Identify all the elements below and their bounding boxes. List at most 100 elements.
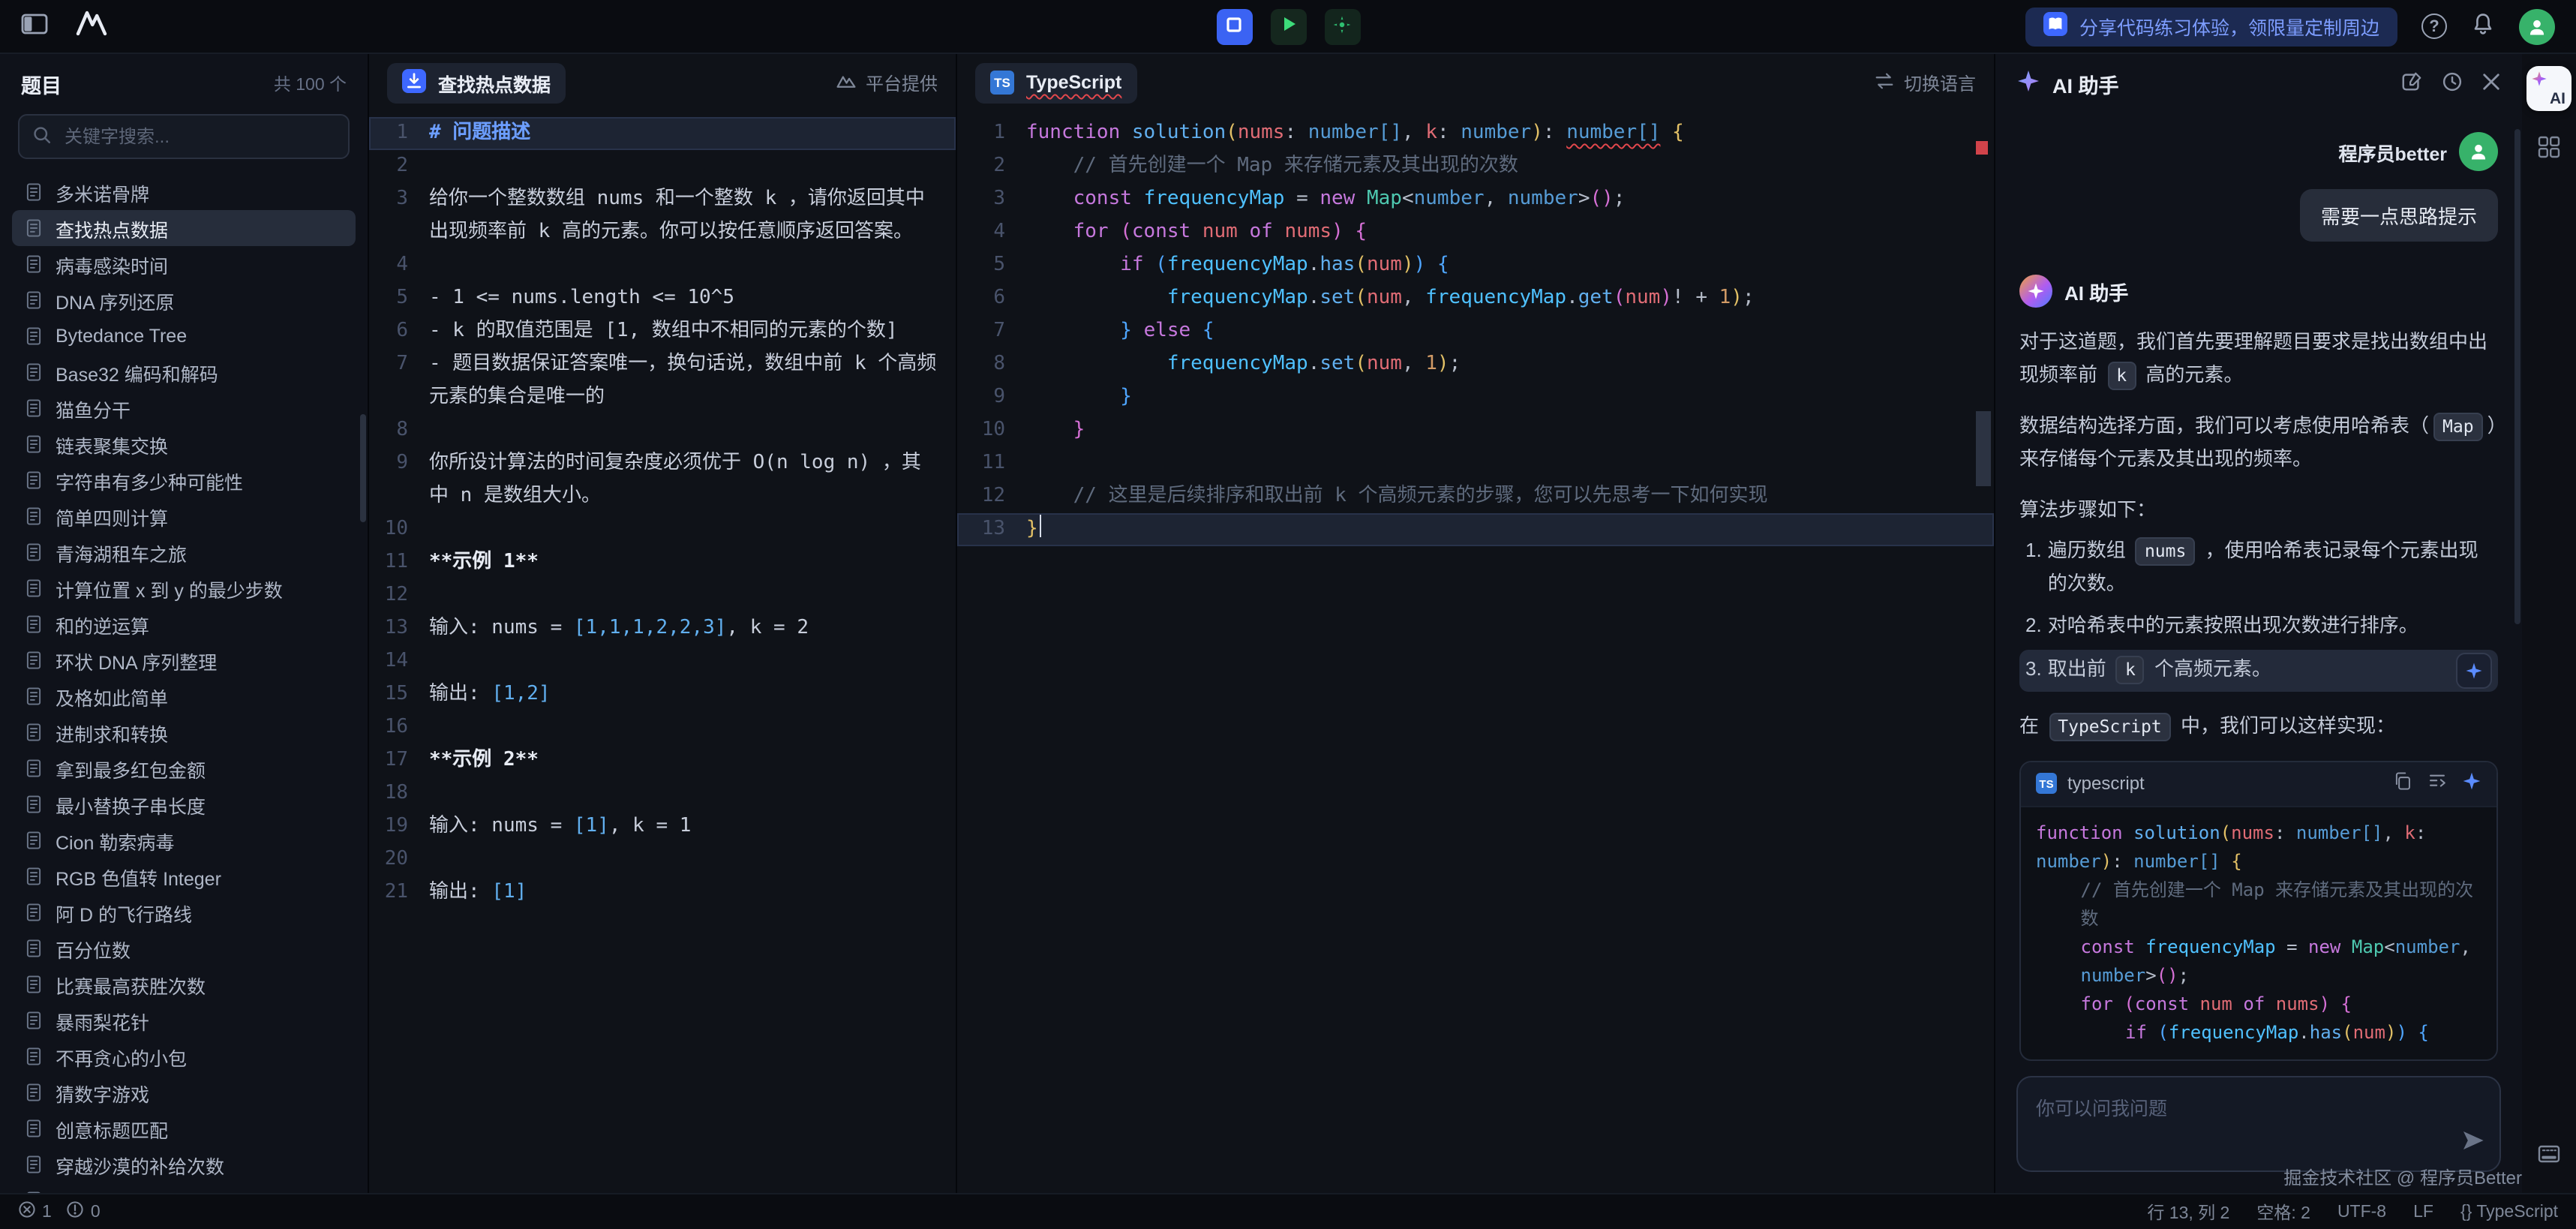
line-number: 13 xyxy=(369,612,429,645)
language-mode[interactable]: {} TypeScript xyxy=(2460,1203,2558,1221)
copy-code-button[interactable] xyxy=(2393,772,2412,796)
problems-indicator[interactable]: 1 0 xyxy=(18,1200,101,1223)
right-toolbar: AI xyxy=(2522,54,2576,1193)
ts-badge: TS xyxy=(990,71,1014,95)
sidebar-item[interactable]: 不再贪心的小包 xyxy=(12,1038,356,1074)
line-number: 4 xyxy=(957,216,1026,249)
close-ai-button[interactable] xyxy=(2481,72,2501,96)
cursor-position[interactable]: 行 13, 列 2 xyxy=(2147,1200,2229,1224)
code-line: 12 // 这里是后续排序和取出前 k 个高频元素的步骤，您可以先思考一下如何实… xyxy=(957,480,1994,513)
switch-language-button[interactable]: 切换语言 xyxy=(1874,70,1976,95)
sidebar-item[interactable]: 进制求和转换 xyxy=(12,714,356,750)
sidebar-item[interactable]: 环状 DNA 序列整理 xyxy=(12,642,356,678)
apply-step-button[interactable] xyxy=(2456,653,2492,689)
ai-apply-code-button[interactable] xyxy=(2462,772,2481,796)
run-button[interactable] xyxy=(1270,8,1306,44)
document-icon xyxy=(24,578,44,599)
ai-messages[interactable]: 程序员better 需要一点思路提示 AI 助手 对于这道题，我们首先要理解题目… xyxy=(1995,114,2522,1061)
bottom-panel-toggle[interactable] xyxy=(2529,1136,2568,1175)
sidebar-item[interactable]: 拿到最多红包金额 xyxy=(12,750,356,786)
sidebar-item-label: 拿到最多红包金额 xyxy=(56,754,206,783)
ai-user-name: 程序员better xyxy=(2339,137,2447,166)
help-button[interactable]: ? xyxy=(2421,14,2447,39)
document-icon xyxy=(24,1082,44,1103)
sidebar-item[interactable]: 猜数字游戏 xyxy=(12,1074,356,1110)
sidebar-item[interactable]: 查找热点数据 xyxy=(12,210,356,246)
inline-code: k xyxy=(2116,656,2145,684)
sidebar-item[interactable]: 最小替换子串长度 xyxy=(12,786,356,822)
history-button[interactable] xyxy=(2441,71,2463,98)
overview-error-marker xyxy=(1976,141,1988,155)
ai-code-line: for (const num of nums) { xyxy=(2036,990,2481,1019)
sidebar-item[interactable]: 百分位数 xyxy=(12,930,356,966)
sidebar-item-label: Base32 编码和解码 xyxy=(56,358,218,386)
sidebar-item[interactable]: 猫鱼分干 xyxy=(12,390,356,426)
sidebar-item-label: RGB 色值转 Integer xyxy=(56,862,221,891)
sidebar-item[interactable]: 青海湖租车之旅 xyxy=(12,534,356,570)
code-line: 4 xyxy=(369,249,956,282)
ai-scrollbar[interactable] xyxy=(2514,129,2520,624)
compose-button[interactable] xyxy=(2400,71,2423,98)
sidebar-item[interactable]: 创意标题匹配 xyxy=(12,1110,356,1146)
indentation-setting[interactable]: 空格: 2 xyxy=(2256,1200,2310,1224)
document-icon xyxy=(24,506,44,527)
insert-code-button[interactable] xyxy=(2427,772,2447,796)
editor-code[interactable]: 1function solution(nums: number[], k: nu… xyxy=(957,111,1994,1193)
sidebar-item[interactable]: 病毒感染时间 xyxy=(12,246,356,282)
ai-chat-input[interactable] xyxy=(2016,1076,2501,1172)
submit-button[interactable] xyxy=(1324,8,1360,44)
sidebar-item[interactable]: Base32 编码和解码 xyxy=(12,354,356,390)
search-input[interactable] xyxy=(18,114,350,159)
sidebar-item[interactable]: DNA 序列还原 xyxy=(12,282,356,318)
layout-toggle-button[interactable] xyxy=(21,12,48,41)
sidebar-item[interactable] xyxy=(12,1182,356,1193)
sidebar-item[interactable]: 及格如此简单 xyxy=(12,678,356,714)
ai-panel-toggle[interactable]: AI xyxy=(2526,66,2571,111)
sidebar-scrollbar[interactable] xyxy=(360,414,366,522)
sidebar-item-label: 百分位数 xyxy=(56,934,131,963)
sidebar-item[interactable]: Bytedance Tree xyxy=(12,318,356,354)
editor-tab[interactable]: TS TypeScript xyxy=(975,62,1136,103)
line-number: 1 xyxy=(957,117,1026,150)
apps-toggle[interactable] xyxy=(2529,129,2568,168)
sidebar-item[interactable]: 计算位置 x 到 y 的最少步数 xyxy=(12,570,356,606)
sidebar-item[interactable]: 阿 D 的飞行路线 xyxy=(12,894,356,930)
sidebar-item[interactable]: 比赛最高获胜次数 xyxy=(12,966,356,1002)
description-tab[interactable]: 查找热点数据 xyxy=(387,62,566,103)
code-line: 2 xyxy=(369,150,956,183)
sidebar-item[interactable]: 暴雨梨花针 xyxy=(12,1002,356,1038)
sidebar-item[interactable]: 字符串有多少种可能性 xyxy=(12,462,356,498)
description-tab-label: 查找热点数据 xyxy=(438,68,551,97)
sidebar-item[interactable]: 简单四则计算 xyxy=(12,498,356,534)
sidebar-item[interactable]: 多米诺骨牌 xyxy=(12,174,356,210)
send-button[interactable] xyxy=(2460,1128,2486,1160)
notifications-button[interactable] xyxy=(2471,12,2495,41)
sidebar-item[interactable]: Cion 勒索病毒 xyxy=(12,822,356,858)
encoding-setting[interactable]: UTF-8 xyxy=(2337,1203,2386,1221)
user-avatar[interactable] xyxy=(2519,8,2555,44)
logo-icon[interactable] xyxy=(72,6,111,47)
sidebar-item[interactable]: 链表聚集交换 xyxy=(12,426,356,462)
line-number: 3 xyxy=(957,183,1026,216)
compose-icon xyxy=(2400,71,2423,98)
eol-setting[interactable]: LF xyxy=(2413,1203,2433,1221)
code-line: 4 for (const num of nums) { xyxy=(957,216,1994,249)
sidebar-item-label: Bytedance Tree xyxy=(56,326,187,347)
line-number: 9 xyxy=(957,381,1026,414)
description-code[interactable]: 1# 问题描述23给你一个整数数组 nums 和一个整数 k ，请你返回其中出现… xyxy=(369,111,956,1193)
ai-step[interactable]: 3.取出前 k 个高频元素。 xyxy=(2019,650,2498,692)
debug-button[interactable] xyxy=(1216,8,1252,44)
sidebar-item[interactable]: 和的逆运算 xyxy=(12,606,356,642)
promo-banner[interactable]: 分享代码练习体验，领限量定制周边 xyxy=(2025,7,2397,46)
editor-tab-label: TypeScript xyxy=(1026,72,1121,93)
line-number: 18 xyxy=(369,777,429,810)
sidebar-item[interactable]: RGB 色值转 Integer xyxy=(12,858,356,894)
sparkle-icon xyxy=(2462,772,2481,796)
run-icon xyxy=(1279,15,1297,38)
warning-icon xyxy=(67,1200,85,1223)
copy-icon xyxy=(2393,772,2412,796)
sidebar-item-label: Cion 勒索病毒 xyxy=(56,826,174,855)
sidebar-item[interactable]: 穿越沙漠的补给次数 xyxy=(12,1146,356,1182)
document-icon xyxy=(24,434,44,455)
editor-scrollbar[interactable] xyxy=(1976,411,1991,486)
